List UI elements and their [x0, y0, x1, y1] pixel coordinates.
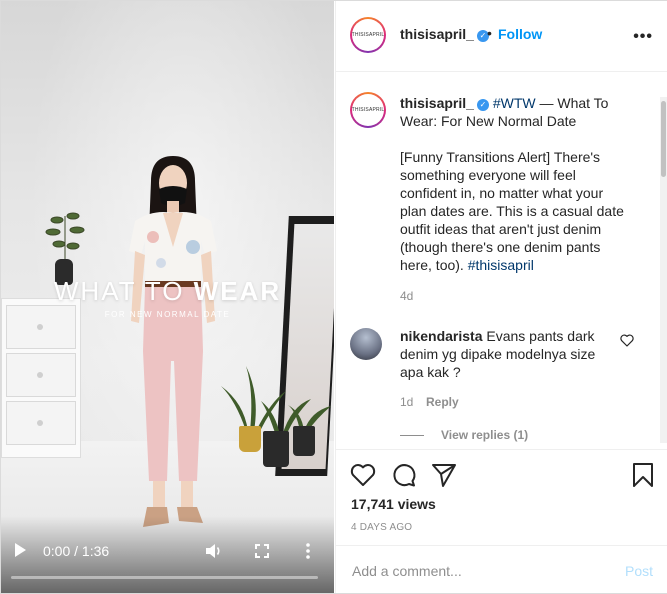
view-replies-line — [400, 435, 424, 436]
video-overlay-title: WHAT TO WEAR — [1, 276, 334, 307]
fullscreen-icon[interactable] — [255, 544, 269, 558]
post-actions: 17,741 views 4 DAYS AGO — [336, 449, 667, 546]
pot-image — [293, 426, 315, 456]
commenter-avatar[interactable] — [350, 328, 382, 360]
follow-button[interactable]: Follow — [498, 26, 542, 42]
post-date[interactable]: 4 DAYS AGO — [351, 522, 412, 533]
post-header: THISISAPRIL thisisapril_ ✓ • Follow ••• — [336, 1, 667, 72]
caption-username[interactable]: thisisapril_ — [400, 95, 474, 111]
comment-username[interactable]: nikendarista — [400, 328, 482, 344]
comments-section[interactable]: THISISAPRIL thisisapril_ ✓ #WTW — What To… — [336, 72, 667, 449]
video-controls: 0:00 / 1:36 — [1, 516, 334, 593]
avatar-logo-text: THISISAPRIL — [352, 94, 384, 126]
overlay-title-bold: WEAR — [193, 276, 282, 306]
verified-badge-icon: ✓ — [476, 99, 489, 111]
reply-button[interactable]: Reply — [426, 395, 459, 409]
comment-icon[interactable] — [391, 462, 417, 488]
overlay-title-light: WHAT TO — [53, 276, 185, 306]
post-comment-button[interactable]: Post — [625, 563, 653, 579]
video-player[interactable]: WHAT TO WEAR FOR NEW NORMAL DATE 0:00 / … — [1, 1, 334, 593]
scrollbar-thumb[interactable] — [661, 101, 666, 177]
caption-avatar[interactable]: THISISAPRIL — [350, 92, 386, 128]
caption-end-hashtag[interactable]: #thisisapril — [468, 257, 534, 273]
video-time: 0:00 / 1:36 — [43, 543, 110, 559]
plant-left-image — [45, 212, 85, 264]
video-progress-bar[interactable] — [11, 576, 318, 579]
add-comment-input[interactable] — [350, 560, 604, 582]
caption-hashtag[interactable]: #WTW — [493, 95, 536, 111]
volume-icon[interactable] — [205, 543, 223, 559]
post-details-pane: THISISAPRIL thisisapril_ ✓ • Follow ••• T… — [335, 1, 667, 593]
views-count[interactable]: 17,741 views — [351, 496, 436, 512]
comment-text: nikendarista Evans pants dark denim yg d… — [400, 327, 620, 381]
comment-age[interactable]: 1d — [400, 395, 413, 409]
avatar-logo-text: THISISAPRIL — [352, 19, 384, 51]
more-options-vertical-icon[interactable] — [301, 542, 315, 560]
caption-age[interactable]: 4d — [400, 289, 413, 303]
model-figure-image — [129, 156, 217, 527]
like-comment-heart-icon[interactable] — [620, 334, 634, 347]
pot-image — [263, 431, 289, 467]
caption-body: [Funny Transitions Alert] There's someth… — [400, 149, 624, 273]
more-options-icon[interactable]: ••• — [633, 28, 653, 46]
post-modal: WHAT TO WEAR FOR NEW NORMAL DATE 0:00 / … — [0, 0, 667, 594]
cabinet-image — [1, 298, 81, 458]
header-username-wrap: thisisapril_ ✓ — [400, 26, 489, 44]
view-replies-button[interactable]: View replies (1) — [441, 428, 528, 442]
bookmark-icon[interactable] — [630, 462, 656, 488]
account-avatar[interactable]: THISISAPRIL — [350, 17, 386, 53]
play-icon[interactable] — [13, 542, 27, 558]
share-icon[interactable] — [431, 462, 457, 488]
add-comment-bar: Post — [336, 545, 667, 594]
separator-dot: • — [487, 25, 492, 41]
heart-icon[interactable] — [350, 462, 376, 488]
header-username[interactable]: thisisapril_ — [400, 26, 474, 42]
pot-image — [239, 426, 261, 452]
plants-right-image — [221, 366, 331, 436]
post-caption: thisisapril_ ✓ #WTW — What To Wear: For N… — [400, 94, 630, 274]
comments-scrollbar[interactable] — [660, 97, 667, 443]
video-overlay-subtitle: FOR NEW NORMAL DATE — [104, 310, 231, 319]
